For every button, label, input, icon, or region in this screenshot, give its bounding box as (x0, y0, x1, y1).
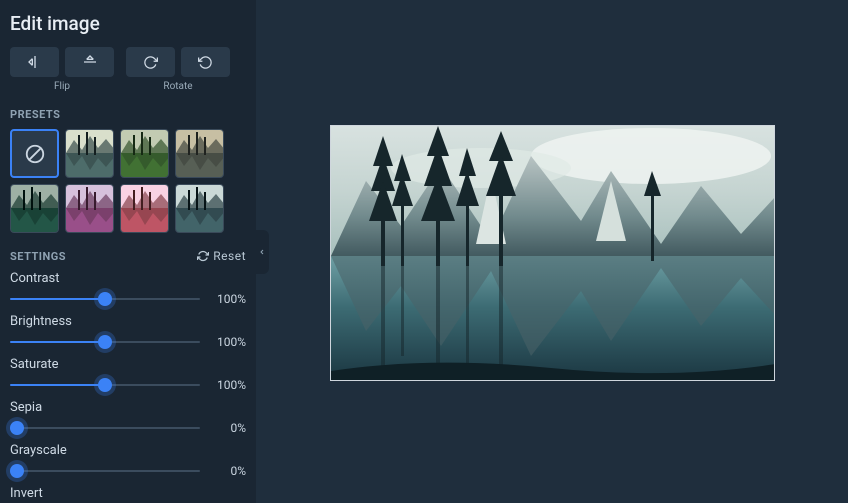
preset-p7[interactable] (175, 184, 224, 233)
sidebar: Edit image Flip (0, 0, 256, 503)
preset-p5[interactable] (65, 184, 114, 233)
slider-row-sepia: Sepia 0% (10, 400, 246, 435)
presets-heading: PRESETS (10, 108, 246, 121)
chevron-left-icon (258, 247, 266, 257)
reset-label: Reset (213, 249, 246, 263)
flip-vertical-icon (82, 54, 98, 70)
flip-vertical-button[interactable] (65, 47, 114, 77)
preset-p2[interactable] (120, 129, 169, 178)
slider-label: Sepia (10, 400, 246, 415)
slider-input[interactable] (10, 427, 200, 429)
reset-button[interactable]: Reset (197, 249, 246, 263)
slider-input[interactable] (10, 341, 200, 343)
flip-label: Flip (54, 81, 70, 92)
slider-row-saturate: Saturate 100% (10, 357, 246, 392)
slider-row-brightness: Brightness 100% (10, 314, 246, 349)
flip-horizontal-button[interactable] (10, 47, 59, 77)
slider-row-contrast: Contrast 100% (10, 271, 246, 306)
slider-input[interactable] (10, 384, 200, 386)
rotate-cw-button[interactable] (126, 47, 175, 77)
reset-icon (197, 250, 209, 262)
canvas-area (256, 0, 848, 503)
flip-horizontal-icon (27, 54, 43, 70)
page-title: Edit image (10, 12, 246, 35)
rotate-ccw-icon (198, 55, 213, 70)
preset-none[interactable] (10, 129, 59, 178)
rotate-label: Rotate (163, 81, 192, 92)
settings-heading: SETTINGS (10, 250, 66, 263)
slider-value: 100% (208, 378, 246, 392)
rotate-cw-icon (143, 55, 158, 70)
slider-value: 100% (208, 335, 246, 349)
slider-row-grayscale: Grayscale 0% (10, 443, 246, 478)
slider-value: 0% (208, 421, 246, 435)
image-preview[interactable] (330, 125, 775, 381)
slider-value: 100% (208, 292, 246, 306)
preset-p1[interactable] (65, 129, 114, 178)
slider-label: Contrast (10, 271, 246, 286)
preset-p4[interactable] (10, 184, 59, 233)
preset-p3[interactable] (175, 129, 224, 178)
slider-input[interactable] (10, 470, 200, 472)
slider-value: 0% (208, 464, 246, 478)
slider-input[interactable] (10, 298, 200, 300)
flip-group: Flip (10, 47, 114, 92)
collapse-sidebar-button[interactable] (255, 230, 269, 274)
presets-grid (10, 129, 246, 233)
slider-label: Invert (10, 486, 246, 501)
slider-label: Grayscale (10, 443, 246, 458)
slider-row-invert: Invert0% (10, 486, 246, 503)
rotate-ccw-button[interactable] (181, 47, 230, 77)
none-icon (24, 143, 46, 165)
slider-label: Saturate (10, 357, 246, 372)
preset-p6[interactable] (120, 184, 169, 233)
slider-label: Brightness (10, 314, 246, 329)
rotate-group: Rotate (126, 47, 230, 92)
